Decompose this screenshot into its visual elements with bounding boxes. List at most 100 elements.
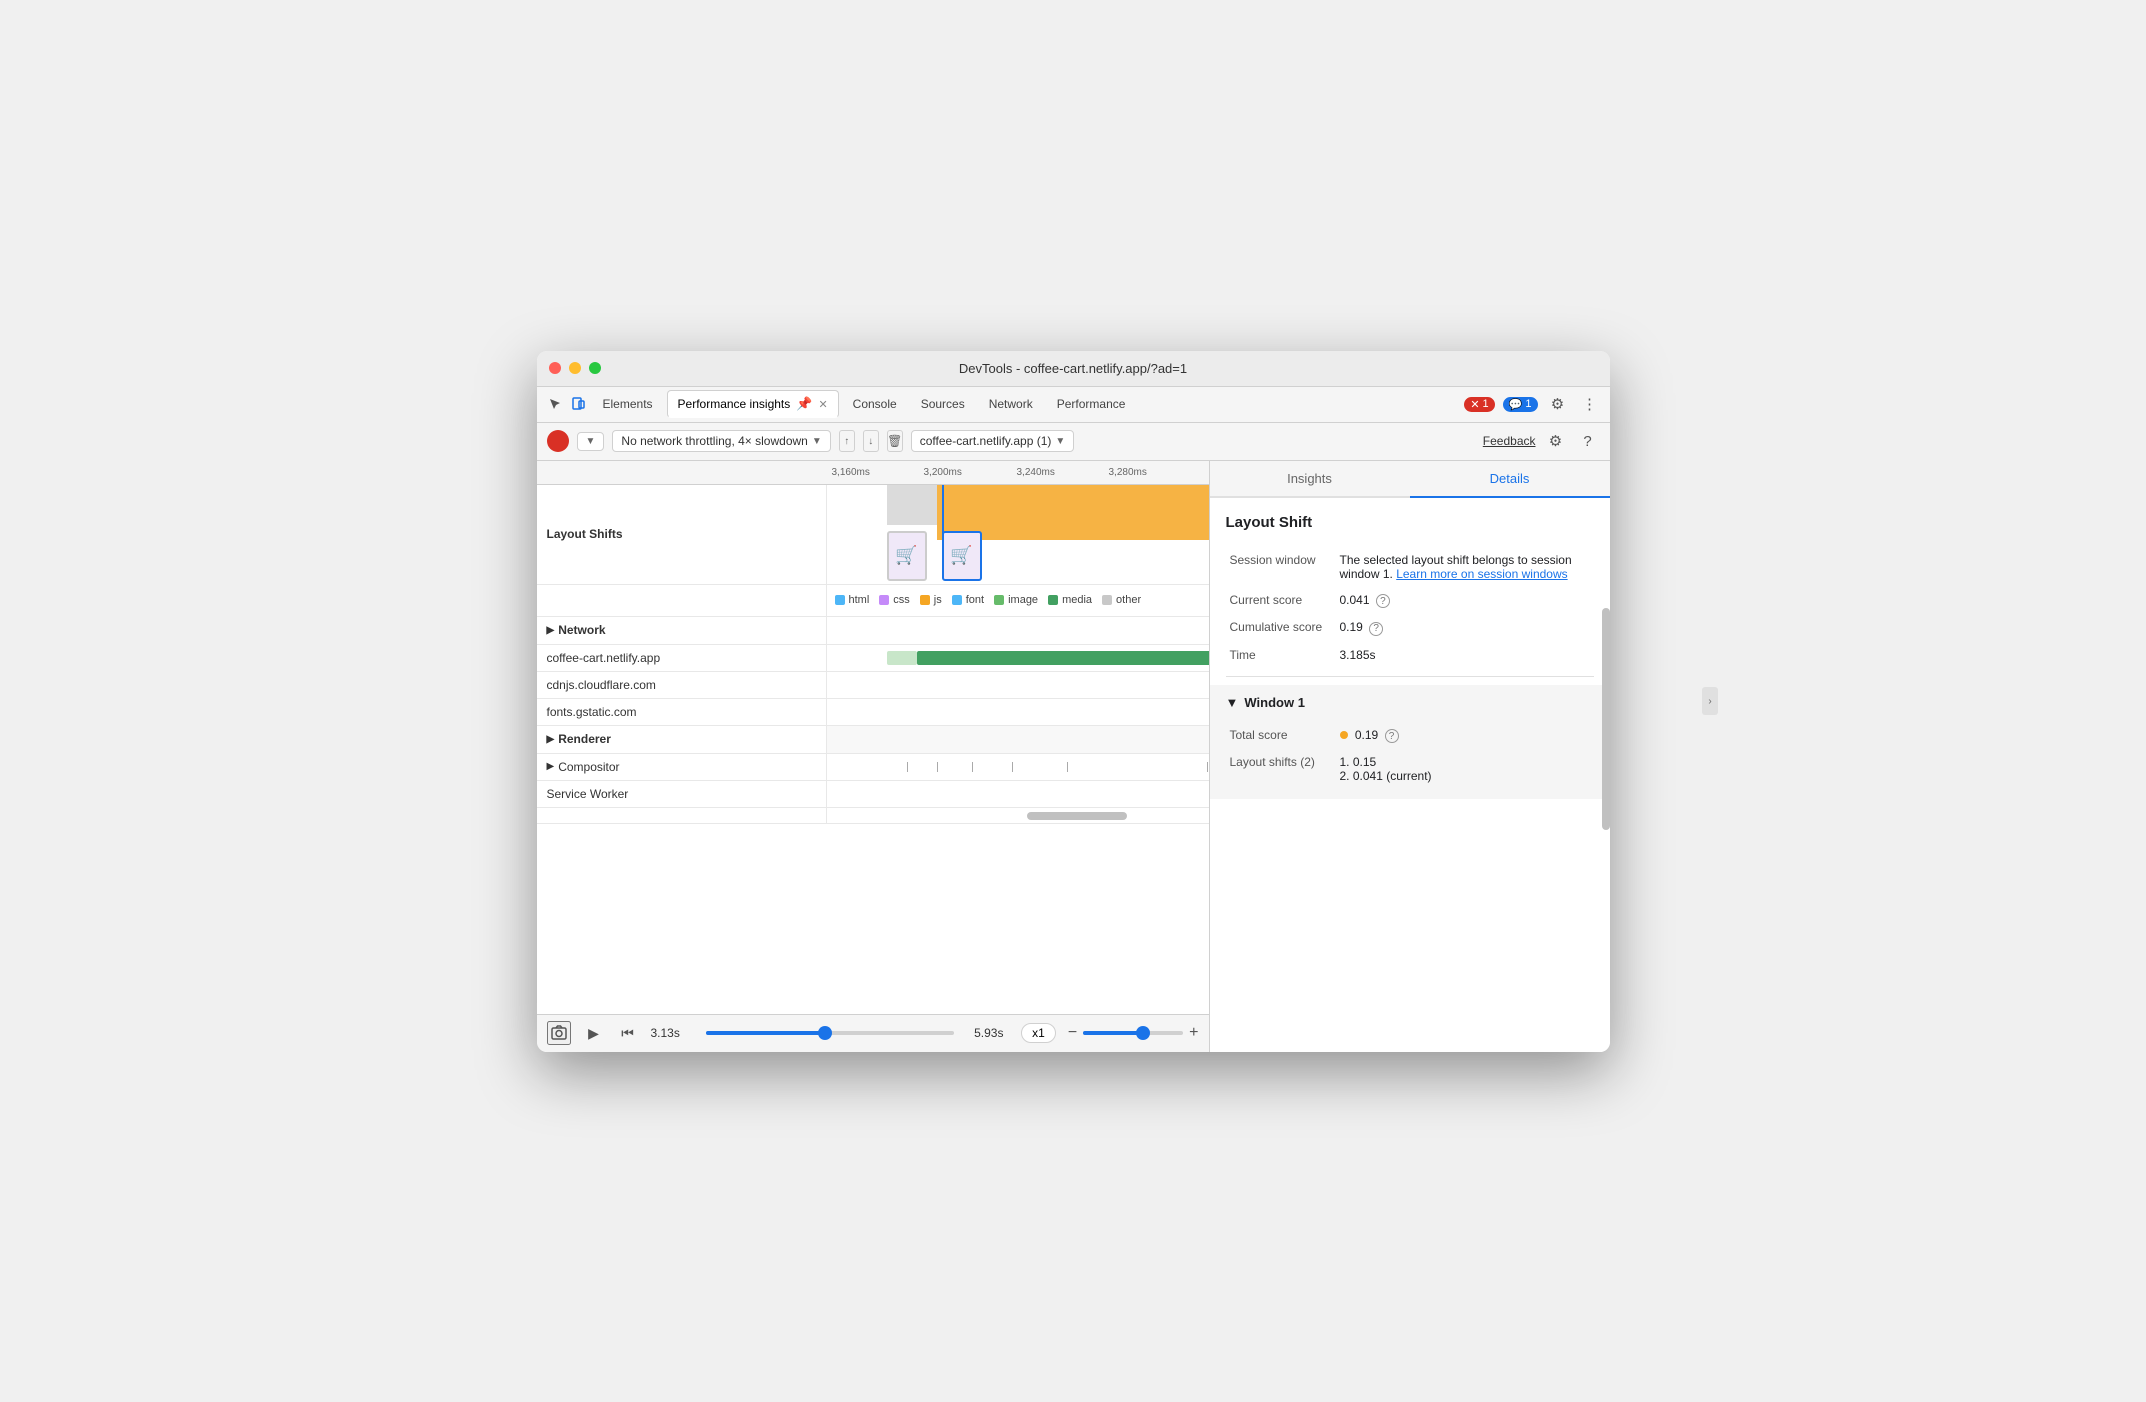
record-arrow[interactable]: ▼ xyxy=(577,432,605,451)
network-row-2: cdnjs.cloudflare.com xyxy=(537,672,1209,699)
tab-elements[interactable]: Elements xyxy=(593,390,663,418)
window-section: ▼ Window 1 Total score 0.19 ? xyxy=(1210,685,1610,800)
play-button[interactable]: ▶ xyxy=(583,1022,605,1044)
tab-network[interactable]: Network xyxy=(979,390,1043,418)
right-content[interactable]: Layout Shift Session window The selected… xyxy=(1210,498,1610,1052)
divider xyxy=(1226,676,1594,677)
upload-icon[interactable]: ↑ xyxy=(839,430,855,452)
timeline-slider[interactable] xyxy=(706,1031,955,1035)
zoom-in-button[interactable]: + xyxy=(1189,1024,1198,1042)
network-section-header[interactable]: ▶ Network xyxy=(547,623,606,637)
legend-font: font xyxy=(952,594,984,606)
network-legend-row: html css js font xyxy=(537,585,1209,617)
net-bar-1a xyxy=(887,651,917,665)
shift-gray-bar xyxy=(887,485,937,525)
settings2-icon[interactable]: ⚙ xyxy=(1544,429,1568,453)
network-triangle-icon: ▶ xyxy=(547,625,555,636)
end-time: 5.93s xyxy=(974,1026,1009,1040)
device-icon[interactable] xyxy=(569,394,589,414)
total-score-help-icon[interactable]: ? xyxy=(1385,729,1399,743)
thumbnail-before[interactable]: 🛒 xyxy=(887,531,927,581)
scroll-label xyxy=(537,808,827,823)
screenshot-button[interactable] xyxy=(547,1021,571,1045)
tab-details[interactable]: Details xyxy=(1410,461,1610,498)
thumbnail-selected[interactable]: 🛒 xyxy=(942,531,982,581)
total-score-value: 0.19 ? xyxy=(1336,722,1594,750)
renderer-label: ▶ Renderer xyxy=(537,726,827,753)
current-score-row: Current score 0.041 ? xyxy=(1226,587,1594,615)
tick-2 xyxy=(937,762,938,772)
current-score-help-icon[interactable]: ? xyxy=(1376,594,1390,608)
layout-shifts-values: 1. 0.15 2. 0.041 (current) xyxy=(1336,749,1594,789)
settings-icon[interactable]: ⚙ xyxy=(1546,392,1570,416)
feedback-button[interactable]: Feedback xyxy=(1483,434,1536,448)
timeline-panel: 3,160ms 3,200ms 3,240ms 3,280ms Layout S… xyxy=(537,461,1210,1052)
network-content-3 xyxy=(827,699,1209,725)
cumulative-score-help-icon[interactable]: ? xyxy=(1369,622,1383,636)
record-button[interactable] xyxy=(547,430,569,452)
renderer-content xyxy=(827,726,1209,753)
traffic-lights xyxy=(549,362,601,374)
error-badge[interactable]: ✕ 1 xyxy=(1464,397,1494,412)
compositor-row: ▶ Compositor xyxy=(537,754,1209,781)
throttle-dropdown[interactable]: No network throttling, 4× slowdown ▼ xyxy=(612,430,830,452)
minimize-button[interactable] xyxy=(569,362,581,374)
zoom-out-button[interactable]: − xyxy=(1068,1024,1077,1042)
time-label: Time xyxy=(1226,642,1336,668)
message-badge[interactable]: 💬 1 xyxy=(1503,397,1538,412)
delete-icon[interactable]: 🗑 xyxy=(887,430,903,452)
net-bar-1b xyxy=(917,651,1209,665)
image-dot xyxy=(994,595,1004,605)
session-window-row: Session window The selected layout shift… xyxy=(1226,547,1594,587)
tab-insights[interactable]: Insights xyxy=(1210,461,1410,498)
current-score-label: Current score xyxy=(1226,587,1336,615)
skip-to-start-button[interactable]: ⏮ xyxy=(617,1022,639,1044)
js-dot xyxy=(920,595,930,605)
tick-1 xyxy=(907,762,908,772)
help-icon[interactable]: ? xyxy=(1576,429,1600,453)
learn-more-link[interactable]: Learn more on session windows xyxy=(1396,567,1567,581)
scrollbar-thumb[interactable] xyxy=(1602,608,1610,830)
legend-content: html css js font xyxy=(827,585,1209,616)
tab-performance-insights[interactable]: Performance insights 📌 ✕ xyxy=(667,390,839,418)
tab-sources[interactable]: Sources xyxy=(911,390,975,418)
ruler-tick-1: 3,160ms xyxy=(832,467,870,478)
site-dropdown[interactable]: coffee-cart.netlify.app (1) ▼ xyxy=(911,430,1075,452)
network-row-1: coffee-cart.netlify.app xyxy=(537,645,1209,672)
timeline-body[interactable]: Layout Shifts 🛒 🛒 xyxy=(537,485,1209,1014)
tab-close-icon[interactable]: ✕ xyxy=(818,398,827,411)
legend-html: html xyxy=(835,594,870,606)
download-icon[interactable]: ↓ xyxy=(863,430,879,452)
tick-4 xyxy=(1012,762,1013,772)
close-button[interactable] xyxy=(549,362,561,374)
more-options-icon[interactable]: ⋮ xyxy=(1578,392,1602,416)
renderer-row: ▶ Renderer xyxy=(537,726,1209,754)
cursor-icon[interactable] xyxy=(545,394,565,414)
tab-performance[interactable]: Performance xyxy=(1047,390,1136,418)
title-bar: DevTools - coffee-cart.netlify.app/?ad=1 xyxy=(537,351,1610,387)
scroll-row xyxy=(537,808,1209,824)
scrollbar[interactable] xyxy=(1027,812,1127,820)
right-tabs: Insights Details xyxy=(1210,461,1610,498)
layout-shifts-row: Layout Shifts 🛒 🛒 xyxy=(537,485,1209,585)
zoom-thumb[interactable] xyxy=(1136,1026,1150,1040)
slider-thumb[interactable] xyxy=(818,1026,832,1040)
renderer-section-header[interactable]: ▶ Renderer xyxy=(547,732,611,746)
maximize-button[interactable] xyxy=(589,362,601,374)
media-dot xyxy=(1048,595,1058,605)
layout-shifts-content[interactable]: 🛒 🛒 xyxy=(827,485,1209,585)
tab-console[interactable]: Console xyxy=(843,390,907,418)
total-score-row: Total score 0.19 ? xyxy=(1226,722,1594,750)
tick-5 xyxy=(1067,762,1068,772)
zoom-slider[interactable] xyxy=(1083,1031,1183,1035)
main-content: 3,160ms 3,200ms 3,240ms 3,280ms Layout S… xyxy=(537,461,1610,1052)
right-panel: Insights Details Layout Shift Session wi… xyxy=(1210,461,1610,1052)
compositor-content xyxy=(827,754,1209,780)
ruler-tick-3: 3,240ms xyxy=(1017,467,1055,478)
service-worker-content xyxy=(827,781,1209,807)
zoom-x1-button[interactable]: x1 xyxy=(1021,1023,1056,1043)
zoom-track xyxy=(1083,1031,1143,1035)
time-value: 3.185s xyxy=(1336,642,1594,668)
tick-6 xyxy=(1207,762,1208,772)
compositor-triangle-icon: ▶ xyxy=(547,761,555,772)
